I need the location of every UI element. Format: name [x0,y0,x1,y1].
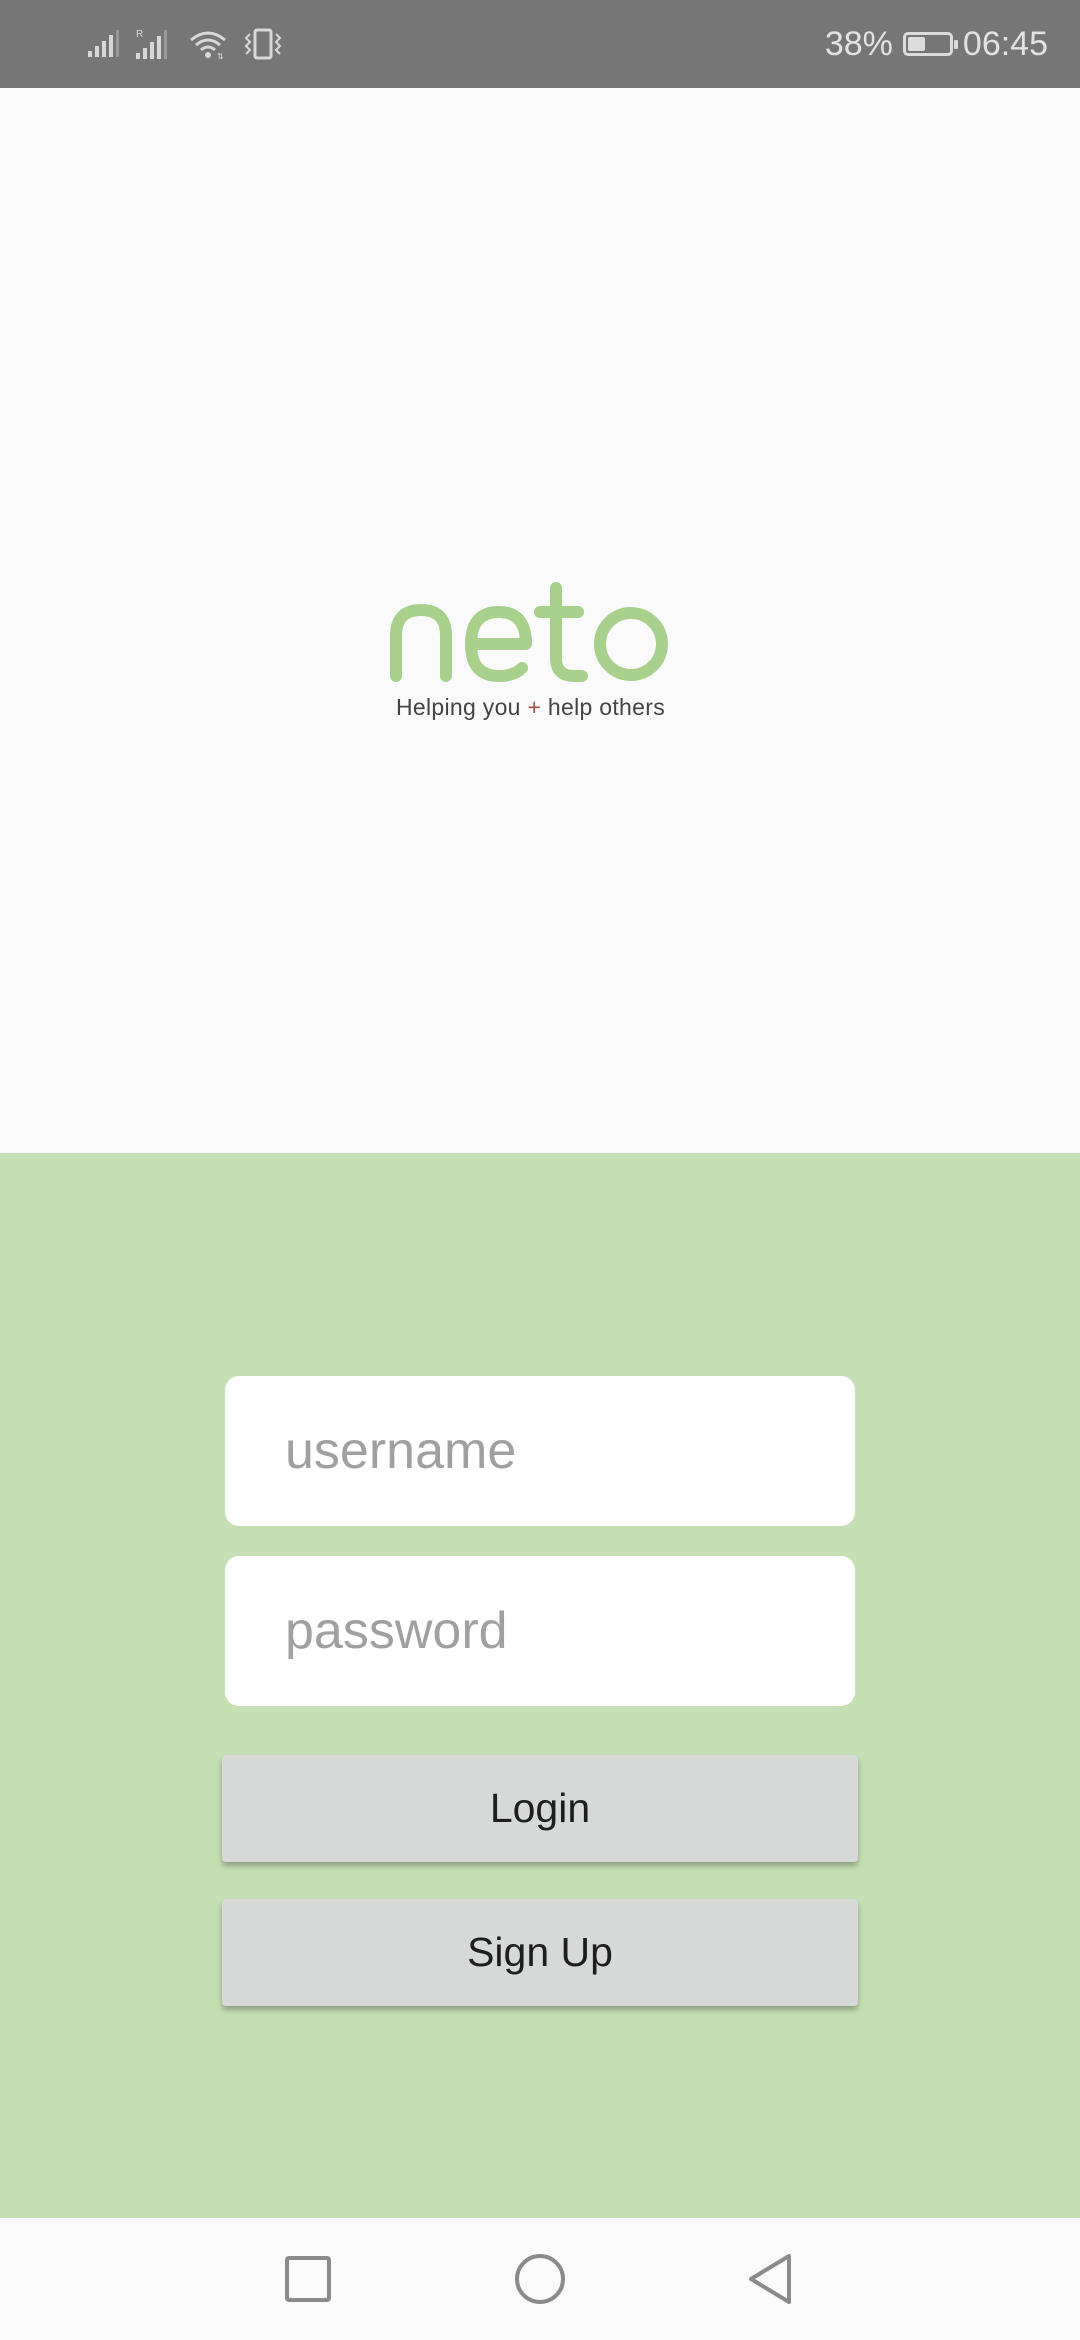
battery-icon [902,32,958,56]
battery-percent: 38% [824,24,893,63]
tagline-part-1: Helping you [396,694,528,720]
recents-icon [285,2256,331,2302]
logo-tagline: Helping you + help others [388,694,673,721]
svg-text:⇅: ⇅ [217,52,224,60]
status-right: 38% 06:45 [825,0,1048,88]
vibrate-icon [244,28,282,60]
back-button[interactable] [740,2249,800,2309]
login-panel: Login Sign Up [0,1153,1080,2218]
username-input[interactable] [225,1376,855,1526]
tagline-plus: + [527,694,542,720]
signal-roaming-icon: R [136,29,167,59]
home-button[interactable] [510,2249,570,2309]
battery-level [907,37,925,51]
svg-text:R: R [136,29,143,40]
signal-icon [88,30,119,57]
back-icon [749,2254,791,2304]
app-logo: Helping you + help others [388,578,673,721]
clock: 06:45 [962,24,1048,63]
tagline-part-2: help others [541,694,665,720]
home-icon [515,2254,565,2304]
login-button[interactable]: Login [222,1755,858,1862]
password-input[interactable] [225,1556,855,1706]
status-bar: R ⇅ 38% 06:45 [0,0,1080,88]
logo-wordmark [390,582,668,682]
system-nav-bar [0,2218,1080,2340]
wifi-icon: ⇅ [190,31,226,60]
signup-button[interactable]: Sign Up [222,1899,858,2006]
recents-button[interactable] [278,2249,338,2309]
logo-area: Helping you + help others [0,88,1080,1153]
status-icons: R ⇅ [86,22,284,66]
